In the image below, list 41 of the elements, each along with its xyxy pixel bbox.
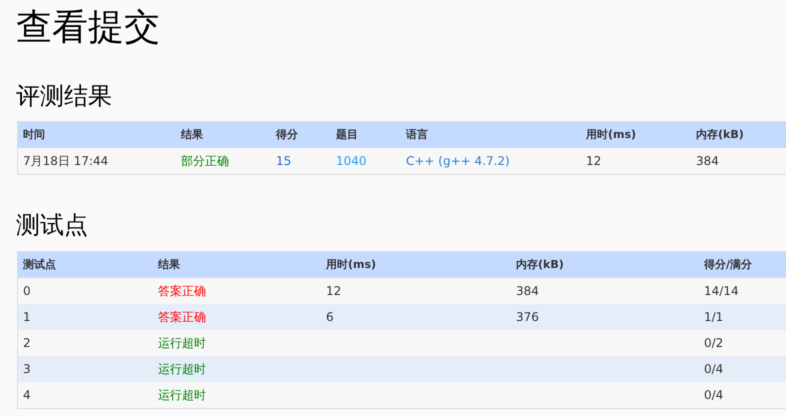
column-header: 内存(kB)	[516, 256, 564, 273]
column-header: 得分/满分	[704, 256, 752, 273]
column-header: 用时(ms)	[586, 126, 636, 143]
result-text: 运行超时	[158, 335, 206, 352]
column-header: 得分	[276, 126, 298, 143]
table-cell-text: 7月18日 17:44	[23, 153, 108, 170]
table-cell-text: 0	[23, 283, 31, 300]
table-cell-text: 2	[23, 335, 31, 352]
column-header: 测试点	[23, 256, 56, 273]
result-text: 运行超时	[158, 387, 206, 404]
column-header: 结果	[158, 256, 180, 273]
table-cell-text: 1/1	[704, 309, 724, 326]
section-heading: 评测结果	[16, 81, 112, 112]
score-link[interactable]: 15	[276, 152, 292, 170]
column-header: 时间	[23, 126, 45, 143]
column-header: 结果	[181, 126, 203, 143]
table-cell-text: 376	[516, 309, 539, 326]
table-cell-text: 0/4	[704, 361, 724, 378]
table-cell-text: 6	[326, 309, 334, 326]
result-text: 部分正确	[181, 153, 229, 170]
column-header: 内存(kB)	[696, 126, 744, 143]
table-cell-text: 384	[696, 153, 719, 170]
table-cell-text: 1	[23, 309, 31, 326]
table-cell-text: 384	[516, 283, 539, 300]
language-link[interactable]: C++ (g++ 4.7.2)	[406, 152, 510, 170]
table-cell-text: 0/2	[704, 335, 724, 352]
table-cell-text: 12	[326, 283, 342, 300]
column-header: 用时(ms)	[326, 256, 376, 273]
page-title: 查看提交	[16, 6, 160, 50]
column-header: 语言	[406, 126, 428, 143]
problem-link[interactable]: 1040	[336, 152, 367, 170]
table-cell-text: 0/4	[704, 387, 724, 404]
section-heading: 测试点	[16, 210, 88, 241]
result-text: 答案正确	[158, 309, 206, 326]
table-cell-text: 12	[586, 153, 602, 170]
table-cell-text: 4	[23, 387, 31, 404]
table-cell-text: 3	[23, 361, 31, 378]
result-text: 答案正确	[158, 283, 206, 300]
column-header: 题目	[336, 126, 358, 143]
result-text: 运行超时	[158, 361, 206, 378]
table-cell-text: 14/14	[704, 283, 739, 300]
